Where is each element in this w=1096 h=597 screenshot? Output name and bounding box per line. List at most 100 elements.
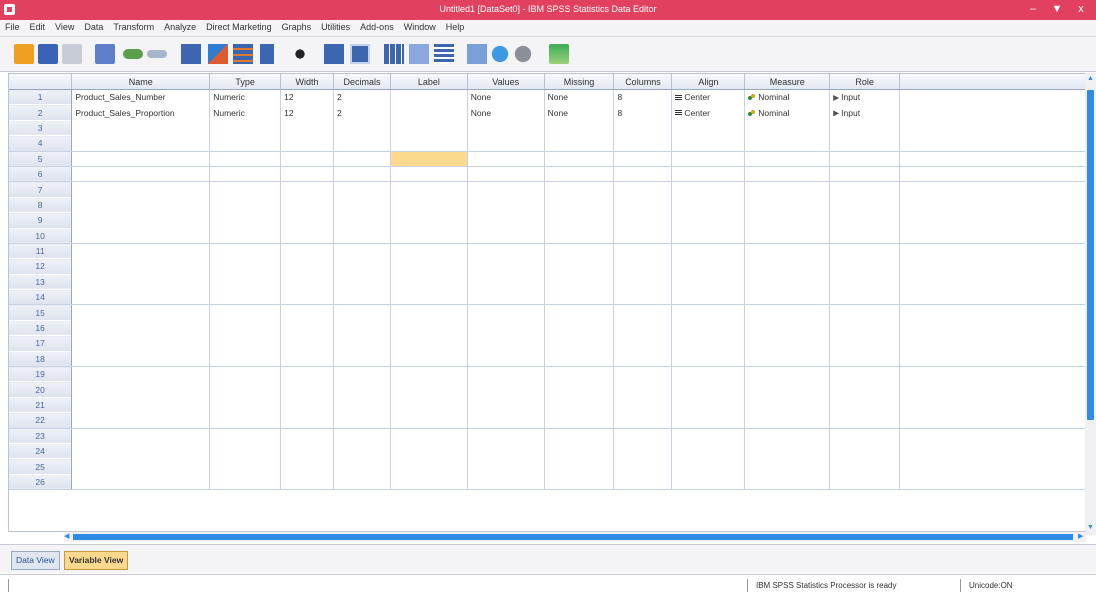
cell-type[interactable]: Numeric: [209, 89, 282, 105]
cell-values[interactable]: [467, 274, 545, 290]
cell-width[interactable]: 12: [280, 89, 334, 105]
cell-decimals[interactable]: [333, 243, 391, 259]
cell-width[interactable]: [280, 151, 334, 167]
cell-measure[interactable]: Nominal: [744, 89, 831, 105]
column-header-name[interactable]: Name: [71, 74, 211, 90]
cell-type[interactable]: [209, 443, 282, 459]
cell-measure[interactable]: [744, 135, 831, 152]
cell-align[interactable]: [671, 212, 746, 229]
cell-missing[interactable]: [544, 289, 615, 306]
cell-measure[interactable]: [744, 443, 831, 459]
cell-type[interactable]: [209, 412, 282, 429]
menu-file[interactable]: File: [0, 20, 25, 32]
cell-columns[interactable]: [613, 166, 673, 183]
cell-measure[interactable]: [744, 381, 831, 398]
cell-measure[interactable]: [744, 474, 831, 491]
cell-values[interactable]: [467, 181, 545, 198]
cell-missing[interactable]: [544, 320, 615, 336]
cell-align[interactable]: Center: [671, 89, 746, 105]
cell-columns[interactable]: [613, 258, 673, 275]
open-icon[interactable]: [14, 44, 34, 64]
horizontal-scroll-thumb[interactable]: [73, 534, 1073, 540]
cell-type[interactable]: [209, 212, 282, 229]
cell-role[interactable]: [829, 151, 901, 167]
row-number[interactable]: 19: [9, 366, 73, 382]
cell-name[interactable]: [71, 335, 211, 352]
cell-missing[interactable]: [544, 166, 615, 183]
cell-width[interactable]: [280, 197, 334, 213]
cell-measure[interactable]: [744, 289, 831, 306]
cell-columns[interactable]: [613, 120, 673, 136]
column-header-decimals[interactable]: Decimals: [333, 74, 391, 90]
cell-width[interactable]: [280, 474, 334, 491]
cell-label[interactable]: [390, 289, 468, 306]
cell-type[interactable]: [209, 197, 282, 213]
cell-columns[interactable]: [613, 428, 673, 444]
cell-decimals[interactable]: [333, 397, 391, 413]
cell-columns[interactable]: [613, 243, 673, 259]
cell-missing[interactable]: None: [544, 89, 615, 105]
cell-width[interactable]: [280, 304, 334, 321]
cell-name[interactable]: Product_Sales_Proportion: [71, 104, 211, 121]
cell-missing[interactable]: [544, 120, 615, 136]
cell-values[interactable]: None: [467, 89, 545, 105]
cell-columns[interactable]: [613, 135, 673, 152]
cell-type[interactable]: [209, 135, 282, 152]
cell-decimals[interactable]: [333, 351, 391, 368]
cell-role[interactable]: [829, 212, 901, 229]
cell-type[interactable]: Numeric: [209, 104, 282, 121]
cell-missing[interactable]: [544, 443, 615, 459]
cell-label[interactable]: [390, 335, 468, 352]
cell-columns[interactable]: [613, 151, 673, 167]
cell-decimals[interactable]: [333, 412, 391, 429]
cell-decimals[interactable]: [333, 166, 391, 183]
cell-values[interactable]: [467, 366, 545, 382]
cell-decimals[interactable]: [333, 120, 391, 136]
cell-measure[interactable]: [744, 428, 831, 444]
cell-type[interactable]: [209, 351, 282, 368]
cell-align[interactable]: [671, 197, 746, 213]
cell-values[interactable]: [467, 304, 545, 321]
cell-measure[interactable]: [744, 335, 831, 352]
cell-role[interactable]: [829, 458, 901, 475]
cell-missing[interactable]: [544, 381, 615, 398]
cell-name[interactable]: [71, 274, 211, 290]
cell-missing[interactable]: [544, 335, 615, 352]
cell-type[interactable]: [209, 458, 282, 475]
cell-align[interactable]: [671, 443, 746, 459]
cell-values[interactable]: [467, 428, 545, 444]
insert-variable-icon[interactable]: [350, 44, 370, 64]
cell-values[interactable]: [467, 243, 545, 259]
cell-type[interactable]: [209, 304, 282, 321]
cell-name[interactable]: [71, 212, 211, 229]
cell-values[interactable]: [467, 474, 545, 491]
cell-role[interactable]: [829, 335, 901, 352]
cell-decimals[interactable]: [333, 212, 391, 229]
cell-width[interactable]: [280, 458, 334, 475]
vertical-scrollbar[interactable]: ▲ ▼: [1085, 73, 1096, 535]
cell-decimals[interactable]: [333, 304, 391, 321]
cell-values[interactable]: [467, 197, 545, 213]
cell-columns[interactable]: [613, 181, 673, 198]
cell-columns[interactable]: [613, 335, 673, 352]
cell-missing[interactable]: [544, 135, 615, 152]
cell-role[interactable]: [829, 166, 901, 183]
cell-align[interactable]: [671, 412, 746, 429]
cell-decimals[interactable]: [333, 258, 391, 275]
cell-type[interactable]: [209, 289, 282, 306]
redo-icon[interactable]: [147, 50, 167, 58]
cell-type[interactable]: [209, 228, 282, 244]
column-header-columns[interactable]: Columns: [613, 74, 673, 90]
goto-case-icon[interactable]: [181, 44, 201, 64]
cell-columns[interactable]: [613, 397, 673, 413]
cell-align[interactable]: [671, 274, 746, 290]
row-number[interactable]: 1: [9, 89, 73, 105]
column-header-role[interactable]: Role: [829, 74, 901, 90]
cell-role[interactable]: [829, 197, 901, 213]
cell-type[interactable]: [209, 258, 282, 275]
row-number[interactable]: 20: [9, 381, 73, 398]
cell-width[interactable]: [280, 120, 334, 136]
column-header-align[interactable]: Align: [671, 74, 746, 90]
menu-analyze[interactable]: Analyze: [159, 20, 201, 32]
cell-align[interactable]: [671, 181, 746, 198]
